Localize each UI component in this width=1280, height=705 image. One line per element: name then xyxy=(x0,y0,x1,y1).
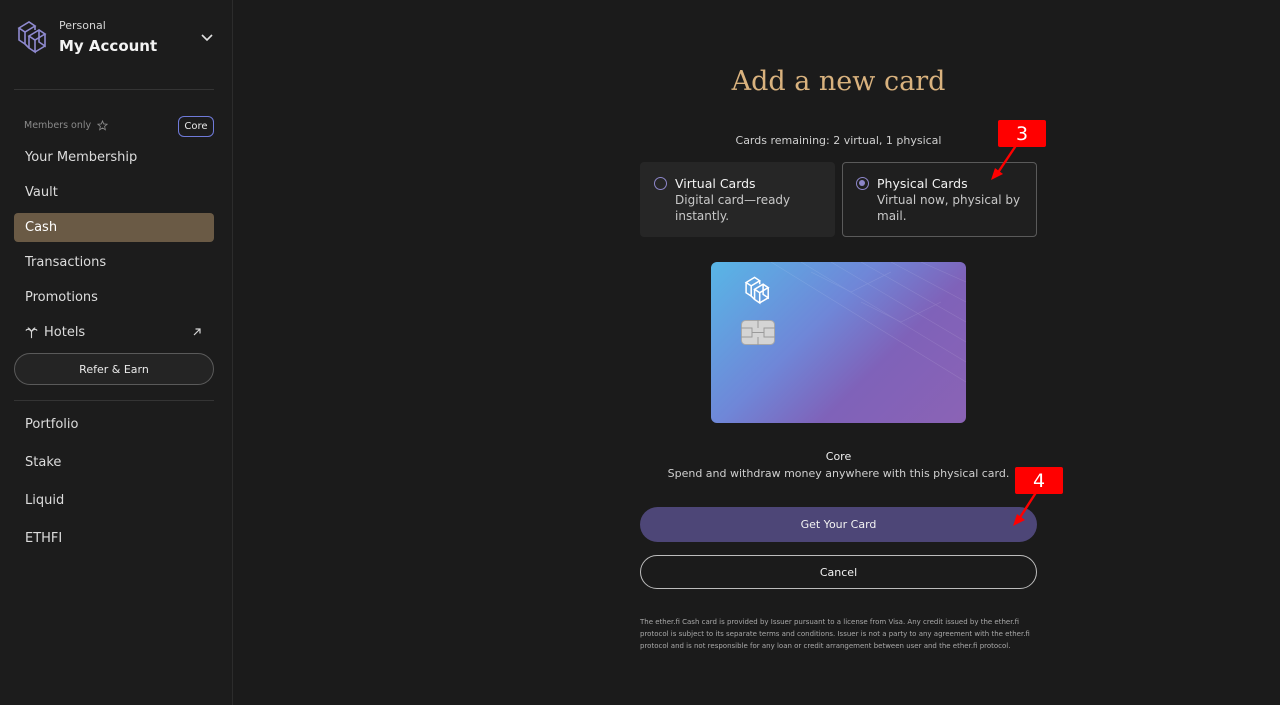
nav-label: ETHFI xyxy=(25,531,63,546)
option-description: Virtual now, physical by mail. xyxy=(877,193,1021,223)
card-chip-icon xyxy=(741,320,775,345)
account-type: Personal xyxy=(59,19,106,32)
chevron-down-icon xyxy=(201,34,213,42)
radio-button-selected[interactable] xyxy=(856,177,869,190)
option-description: Digital card—ready instantly. xyxy=(675,193,791,223)
card-preview-image xyxy=(711,262,966,423)
sidebar-divider xyxy=(14,400,214,401)
page-title: Add a new card xyxy=(731,66,946,97)
palm-tree-icon xyxy=(25,327,38,339)
members-only-label: Members only xyxy=(24,120,109,131)
external-link-icon xyxy=(193,328,201,336)
nav-label: Promotions xyxy=(25,290,98,305)
sidebar: Personal My Account Members only Core Yo… xyxy=(0,0,233,705)
nav-label: Vault xyxy=(25,185,58,200)
nav-label: Transactions xyxy=(25,255,107,270)
step-4-arrow-icon xyxy=(1013,490,1039,526)
etherfi-logo-icon xyxy=(17,21,47,54)
step-3-arrow-icon xyxy=(991,143,1018,180)
get-your-card-button[interactable]: Get Your Card xyxy=(640,507,1037,542)
nav-promotions[interactable]: Promotions xyxy=(14,283,214,312)
virtual-cards-option[interactable]: Virtual Cards Digital card—ready instant… xyxy=(640,162,835,237)
nav-label: Stake xyxy=(25,455,62,470)
nav-your-membership[interactable]: Your Membership xyxy=(14,143,214,172)
core-tier-badge: Core xyxy=(178,116,214,137)
star-icon xyxy=(97,120,109,131)
sidebar-divider xyxy=(14,89,214,90)
nav-label: Your Membership xyxy=(25,150,138,165)
nav-cash[interactable]: Cash xyxy=(14,213,214,242)
radio-button[interactable] xyxy=(654,177,667,190)
card-description: Spend and withdraw money anywhere with t… xyxy=(667,467,1010,480)
nav-portfolio[interactable]: Portfolio xyxy=(14,410,214,439)
cards-remaining-text: Cards remaining: 2 virtual, 1 physical xyxy=(735,134,942,147)
legal-disclaimer: The ether.fi Cash card is provided by Is… xyxy=(640,618,1030,650)
card-logo-icon xyxy=(744,276,770,305)
refer-earn-button[interactable]: Refer & Earn xyxy=(14,353,214,385)
nav-label: Hotels xyxy=(44,325,86,340)
option-title: Virtual Cards xyxy=(675,176,756,191)
card-tier-name: Core xyxy=(825,450,852,463)
account-switcher[interactable]: Personal My Account xyxy=(13,16,218,60)
nav-label: Cash xyxy=(25,220,58,235)
nav-label: Liquid xyxy=(25,493,65,508)
cancel-button[interactable]: Cancel xyxy=(640,555,1037,589)
nav-hotels[interactable]: Hotels xyxy=(14,318,214,347)
nav-vault[interactable]: Vault xyxy=(14,178,214,207)
nav-ethfi[interactable]: ETHFI xyxy=(14,524,214,553)
members-only-text: Members only xyxy=(24,120,92,131)
nav-stake[interactable]: Stake xyxy=(14,448,214,477)
account-name: My Account xyxy=(59,37,158,55)
option-title: Physical Cards xyxy=(877,176,968,191)
nav-liquid[interactable]: Liquid xyxy=(14,486,214,515)
nav-label: Portfolio xyxy=(25,417,79,432)
nav-transactions[interactable]: Transactions xyxy=(14,248,214,277)
